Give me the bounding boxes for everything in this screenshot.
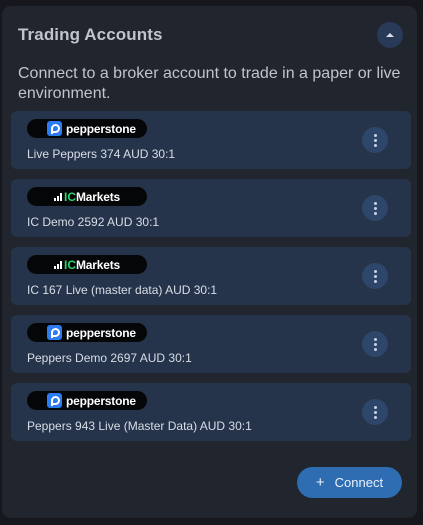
trading-accounts-panel: Trading Accounts Connect to a broker acc… [2, 6, 417, 518]
account-card[interactable]: pepperstone Peppers Demo 2697 AUD 30:1 [11, 315, 411, 373]
icmarkets-logo-text: Markets [76, 257, 120, 272]
icmarkets-bars-icon [54, 260, 62, 269]
connect-button-label: Connect [334, 475, 384, 490]
account-name: Live Peppers 374 AUD 30:1 [27, 147, 176, 161]
more-options-button[interactable] [362, 331, 388, 357]
account-name: Peppers 943 Live (Master Data) AUD 30:1 [27, 419, 252, 433]
collapse-button[interactable] [377, 22, 403, 48]
icmarkets-logo-text: Markets [76, 189, 120, 204]
panel-title: Trading Accounts [18, 25, 163, 44]
pepperstone-logo-text: pepperstone [66, 121, 136, 136]
icmarkets-logo-ic: IC [64, 257, 76, 272]
pepperstone-logo: pepperstone [27, 119, 147, 138]
more-options-button[interactable] [362, 399, 388, 425]
connect-button[interactable]: + Connect [297, 467, 402, 498]
more-vertical-icon [373, 201, 377, 205]
more-options-button[interactable] [362, 127, 388, 153]
pepperstone-logo: pepperstone [27, 323, 147, 342]
pepperstone-logo-text: pepperstone [66, 393, 136, 408]
more-vertical-icon [373, 269, 377, 273]
panel-description: Connect to a broker account to trade in … [18, 65, 401, 102]
account-card[interactable]: pepperstone Live Peppers 374 AUD 30:1 [11, 111, 411, 169]
account-name: IC 167 Live (master data) AUD 30:1 [27, 283, 218, 297]
icmarkets-logo: IC Markets [27, 255, 147, 274]
more-options-button[interactable] [362, 263, 388, 289]
chevron-up-icon [386, 32, 394, 37]
account-name: Peppers Demo 2697 AUD 30:1 [27, 351, 192, 365]
icmarkets-logo: IC Markets [27, 187, 147, 206]
icmarkets-bars-icon [54, 192, 62, 201]
more-vertical-icon [373, 133, 377, 137]
pepperstone-logo-icon [47, 393, 62, 408]
pepperstone-logo-icon [47, 121, 62, 136]
more-options-button[interactable] [362, 195, 388, 221]
account-card[interactable]: pepperstone Peppers 943 Live (Master Dat… [11, 383, 411, 441]
more-vertical-icon [373, 405, 377, 409]
icmarkets-logo-ic: IC [64, 189, 76, 204]
plus-icon: + [315, 474, 325, 491]
account-name: IC Demo 2592 AUD 30:1 [27, 215, 160, 229]
more-vertical-icon [373, 337, 377, 341]
pepperstone-logo-icon [47, 325, 62, 340]
pepperstone-logo: pepperstone [27, 391, 147, 410]
pepperstone-logo-text: pepperstone [66, 325, 136, 340]
account-card[interactable]: IC Markets IC 167 Live (master data) AUD… [11, 247, 411, 305]
account-card[interactable]: IC Markets IC Demo 2592 AUD 30:1 [11, 179, 411, 237]
